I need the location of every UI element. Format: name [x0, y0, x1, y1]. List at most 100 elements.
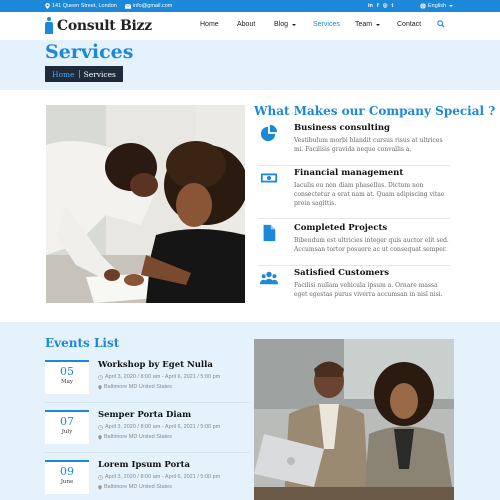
twitter-icon[interactable]: t — [392, 3, 394, 9]
event-time-text: April 3, 2020 / 8:00 am - April 6, 2021 … — [105, 424, 221, 430]
nav-label: Contact — [397, 21, 422, 28]
feature-satisfied-customers: Satisfied Customers Facilisi nullam vehi… — [258, 268, 450, 308]
divider — [258, 218, 450, 219]
logo[interactable]: Consult Bizz — [44, 17, 152, 34]
feature-title: Financial management — [294, 168, 404, 178]
nav-label: Home — [200, 21, 219, 28]
globe-icon — [420, 3, 426, 9]
nav-item-team[interactable]: Team — [355, 21, 381, 28]
events-photo — [254, 339, 454, 500]
linkedin-icon[interactable]: in — [368, 3, 373, 9]
event-location-text: Baltimore MD United States — [104, 484, 172, 490]
clock-icon — [98, 374, 103, 380]
chevron-down-icon — [376, 23, 381, 26]
event-month: June — [60, 479, 74, 485]
feature-text: Vestibulum morbi blandit cursus risus at… — [294, 137, 443, 153]
divider — [45, 402, 250, 403]
page-header: Services Home Services — [0, 40, 500, 90]
money-icon — [260, 173, 278, 183]
breadcrumb-divider — [78, 70, 80, 78]
event-date: 09 June — [45, 460, 89, 494]
nav-item-home[interactable]: Home — [200, 21, 219, 28]
feature-text: Iaculis eu non diam phasellus. Dictum no… — [294, 182, 445, 207]
event-day: 07 — [60, 415, 74, 428]
event-location: Baltimore MD United States — [98, 384, 172, 390]
language-label: English — [428, 3, 447, 9]
event-item[interactable]: 07 July Semper Porta Diam April 3, 2020 … — [45, 410, 250, 454]
events-heading: Events List — [45, 336, 120, 350]
clock-icon — [98, 474, 103, 480]
feature-title: Satisfied Customers — [294, 268, 390, 278]
event-location-text: Baltimore MD United States — [104, 384, 172, 390]
event-title[interactable]: Lorem Ipsum Porta — [98, 460, 190, 470]
main-nav: Consult Bizz Home About Blog Services Te… — [0, 12, 500, 40]
event-time-text: April 3, 2020 / 8:00 am - April 6, 2021 … — [105, 374, 221, 380]
event-title[interactable]: Workshop by Eget Nulla — [98, 360, 213, 370]
instagram-icon[interactable]: ◎ — [383, 3, 388, 9]
breadcrumb-current: Services — [83, 69, 116, 79]
document-icon — [263, 224, 276, 242]
page-title: Services — [45, 41, 134, 63]
services-photo — [46, 105, 245, 303]
nav-item-services[interactable]: Services — [313, 21, 340, 28]
address-text: 141 Queen Street, London — [52, 3, 117, 9]
nav-label: About — [237, 21, 256, 28]
event-month: July — [61, 429, 73, 435]
services-heading: What Makes our Company Special ? — [254, 104, 496, 118]
facebook-icon[interactable]: f — [377, 3, 379, 9]
feature-title: Completed Projects — [294, 223, 388, 233]
event-date: 05 May — [45, 360, 89, 394]
event-item[interactable]: 05 May Workshop by Eget Nulla April 3, 2… — [45, 360, 250, 404]
event-time: April 3, 2020 / 8:00 am - April 6, 2021 … — [98, 374, 220, 380]
feature-text: Facilisi nullam vehicula ipsum a. Ornare… — [294, 282, 443, 298]
map-marker-icon — [98, 484, 102, 490]
event-title[interactable]: Semper Porta Diam — [98, 410, 191, 420]
map-marker-icon — [98, 384, 102, 390]
chevron-down-icon — [292, 23, 297, 26]
event-location: Baltimore MD United States — [98, 484, 172, 490]
brand-name: Consult Bizz — [57, 17, 152, 34]
users-icon — [260, 271, 278, 285]
divider — [258, 165, 450, 166]
nav-label: Blog — [274, 21, 289, 28]
person-icon — [44, 17, 54, 34]
map-marker-icon — [98, 434, 102, 440]
event-day: 09 — [60, 465, 74, 478]
event-date: 07 July — [45, 410, 89, 444]
feature-business-consulting: Business consulting Vestibulum morbi bla… — [258, 123, 450, 168]
breadcrumb-home[interactable]: Home — [52, 70, 75, 79]
nav-label: Services — [313, 21, 340, 28]
event-day: 05 — [60, 365, 74, 378]
event-month: May — [60, 379, 74, 385]
feature-completed-projects: Completed Projects Bibendum est ultricie… — [258, 223, 450, 268]
social-links: in f ◎ t — [368, 3, 393, 9]
feature-text: Bibendum est ultricies integer quis auct… — [294, 237, 449, 253]
envelope-icon — [124, 3, 131, 9]
address: 141 Queen Street, London — [45, 3, 117, 9]
map-marker-icon — [45, 3, 50, 9]
chevron-down-icon — [449, 5, 454, 7]
contact-info: 141 Queen Street, London info@gmail.com — [45, 3, 172, 9]
email[interactable]: info@gmail.com — [124, 3, 173, 9]
nav-item-about[interactable]: About — [237, 21, 255, 28]
search-icon[interactable] — [437, 20, 445, 28]
nav-item-contact[interactable]: Contact — [397, 21, 421, 28]
divider — [45, 452, 250, 453]
event-location-text: Baltimore MD United States — [104, 434, 172, 440]
language-selector[interactable]: English — [420, 3, 454, 9]
email-text: info@gmail.com — [132, 3, 173, 9]
event-location: Baltimore MD United States — [98, 434, 172, 440]
breadcrumb: Home Services — [45, 66, 123, 82]
clock-icon — [98, 424, 103, 430]
pie-chart-icon — [260, 124, 278, 142]
event-time: April 3, 2020 / 8:00 am - April 6, 2021 … — [98, 474, 220, 480]
nav-label: Team — [355, 21, 373, 28]
event-time-text: April 3, 2020 / 8:00 am - April 6, 2021 … — [105, 474, 221, 480]
event-time: April 3, 2020 / 8:00 am - April 6, 2021 … — [98, 424, 220, 430]
event-item[interactable]: 09 June Lorem Ipsum Porta April 3, 2020 … — [45, 460, 250, 500]
feature-financial-management: Financial management Iaculis eu non diam… — [258, 168, 450, 220]
divider — [258, 265, 450, 266]
nav-item-blog[interactable]: Blog — [274, 21, 297, 28]
top-bar: 141 Queen Street, London info@gmail.com … — [0, 0, 500, 12]
feature-title: Business consulting — [294, 123, 390, 133]
